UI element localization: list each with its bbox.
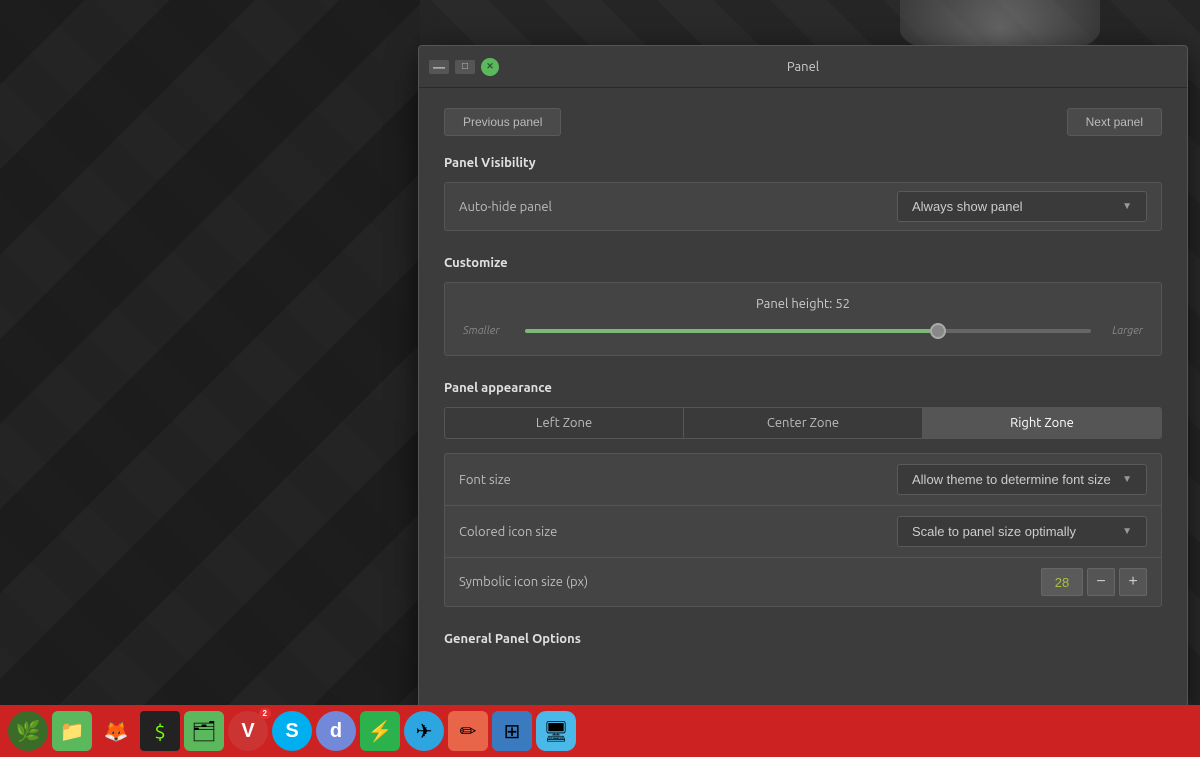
panel-dialog: — □ Panel Previous panel Next panel Pane… bbox=[418, 45, 1188, 710]
font-size-dropdown-arrow: ▼ bbox=[1122, 474, 1132, 485]
autohide-dropdown[interactable]: Always show panel ▼ bbox=[897, 191, 1147, 222]
marker[interactable]: ✏ bbox=[448, 711, 488, 751]
files-green[interactable]: 📁 bbox=[52, 711, 92, 751]
symbolic-icon-input[interactable] bbox=[1041, 568, 1083, 596]
colored-icon-label: Colored icon size bbox=[459, 525, 897, 539]
firefox[interactable]: 🦊 bbox=[96, 711, 136, 751]
slider-fill bbox=[525, 329, 938, 333]
panel-visibility-title: Panel Visibility bbox=[444, 156, 1162, 170]
files[interactable]: 🗂 bbox=[184, 711, 224, 751]
appearance-grid: Font size Allow theme to determine font … bbox=[444, 453, 1162, 607]
customize-section: Customize Panel height: 52 Smaller Large… bbox=[444, 256, 1162, 356]
panel-appearance-section: Panel appearance Left Zone Center Zone R… bbox=[444, 381, 1162, 607]
symbolic-icon-row: Symbolic icon size (px) − + bbox=[444, 557, 1162, 607]
tab-right-zone[interactable]: Right Zone bbox=[923, 408, 1161, 438]
dropdown-arrow-icon: ▼ bbox=[1122, 201, 1132, 212]
panel-visibility-section: Panel Visibility Auto-hide panel Always … bbox=[444, 156, 1162, 231]
font-size-row: Font size Allow theme to determine font … bbox=[444, 453, 1162, 505]
mint-logo[interactable]: 🌿 bbox=[8, 711, 48, 751]
window-picker[interactable]: ⊞ bbox=[492, 711, 532, 751]
font-size-value: Allow theme to determine font size bbox=[912, 472, 1111, 487]
icon-size-controls: − + bbox=[1041, 568, 1147, 596]
slider-value: 52 bbox=[835, 297, 850, 311]
maximize-button[interactable]: □ bbox=[455, 60, 475, 74]
close-button[interactable] bbox=[481, 58, 499, 76]
colored-icon-dropdown-arrow: ▼ bbox=[1122, 526, 1132, 537]
panel-appearance-title: Panel appearance bbox=[444, 381, 1162, 395]
prev-panel-button[interactable]: Previous panel bbox=[444, 108, 561, 136]
window-controls: — □ bbox=[429, 58, 499, 76]
dialog-content: Previous panel Next panel Panel Visibili… bbox=[419, 88, 1187, 709]
autohide-row: Auto-hide panel Always show panel ▼ bbox=[444, 182, 1162, 231]
title-bar: — □ Panel bbox=[419, 46, 1187, 88]
autohide-value: Always show panel bbox=[912, 199, 1023, 214]
screen[interactable]: 🖥 bbox=[536, 711, 576, 751]
font-size-dropdown[interactable]: Allow theme to determine font size ▼ bbox=[897, 464, 1147, 495]
colored-icon-row: Colored icon size Scale to panel size op… bbox=[444, 505, 1162, 557]
discord[interactable]: d bbox=[316, 711, 356, 751]
colored-icon-value: Scale to panel size optimally bbox=[912, 524, 1076, 539]
slider-track bbox=[525, 329, 1091, 333]
slider-label: Panel height: 52 bbox=[463, 297, 1143, 311]
skype[interactable]: S bbox=[272, 711, 312, 751]
taskbar: 🌿📁🦊$🗂V2Sd⚡✈✏⊞🖥 bbox=[0, 705, 1200, 757]
autohide-label: Auto-hide panel bbox=[459, 200, 897, 214]
slider-row: Smaller Larger bbox=[463, 321, 1143, 341]
general-panel-options-title: General Panel Options bbox=[444, 632, 1162, 646]
minimize-button[interactable]: — bbox=[429, 60, 449, 74]
symbolic-icon-label: Symbolic icon size (px) bbox=[459, 575, 1041, 589]
tab-left-zone[interactable]: Left Zone bbox=[445, 408, 684, 438]
slider-min-label: Smaller bbox=[463, 325, 513, 337]
decrease-icon-size-button[interactable]: − bbox=[1087, 568, 1115, 596]
customize-title: Customize bbox=[444, 256, 1162, 270]
feedly[interactable]: ⚡ bbox=[360, 711, 400, 751]
general-panel-options-section: General Panel Options bbox=[444, 632, 1162, 646]
panel-height-slider[interactable] bbox=[525, 321, 1091, 341]
next-panel-button[interactable]: Next panel bbox=[1067, 108, 1162, 136]
tab-center-zone[interactable]: Center Zone bbox=[684, 408, 923, 438]
increase-icon-size-button[interactable]: + bbox=[1119, 568, 1147, 596]
colored-icon-dropdown[interactable]: Scale to panel size optimally ▼ bbox=[897, 516, 1147, 547]
telegram[interactable]: ✈ bbox=[404, 711, 444, 751]
nav-row: Previous panel Next panel bbox=[444, 108, 1162, 136]
slider-max-label: Larger bbox=[1103, 325, 1143, 337]
terminal[interactable]: $ bbox=[140, 711, 180, 751]
font-size-label: Font size bbox=[459, 473, 897, 487]
dialog-title: Panel bbox=[499, 60, 1107, 74]
slider-thumb[interactable] bbox=[930, 323, 946, 339]
zone-tabs: Left Zone Center Zone Right Zone bbox=[444, 407, 1162, 439]
customize-box: Panel height: 52 Smaller Larger bbox=[444, 282, 1162, 356]
vivaldi[interactable]: V2 bbox=[228, 711, 268, 751]
